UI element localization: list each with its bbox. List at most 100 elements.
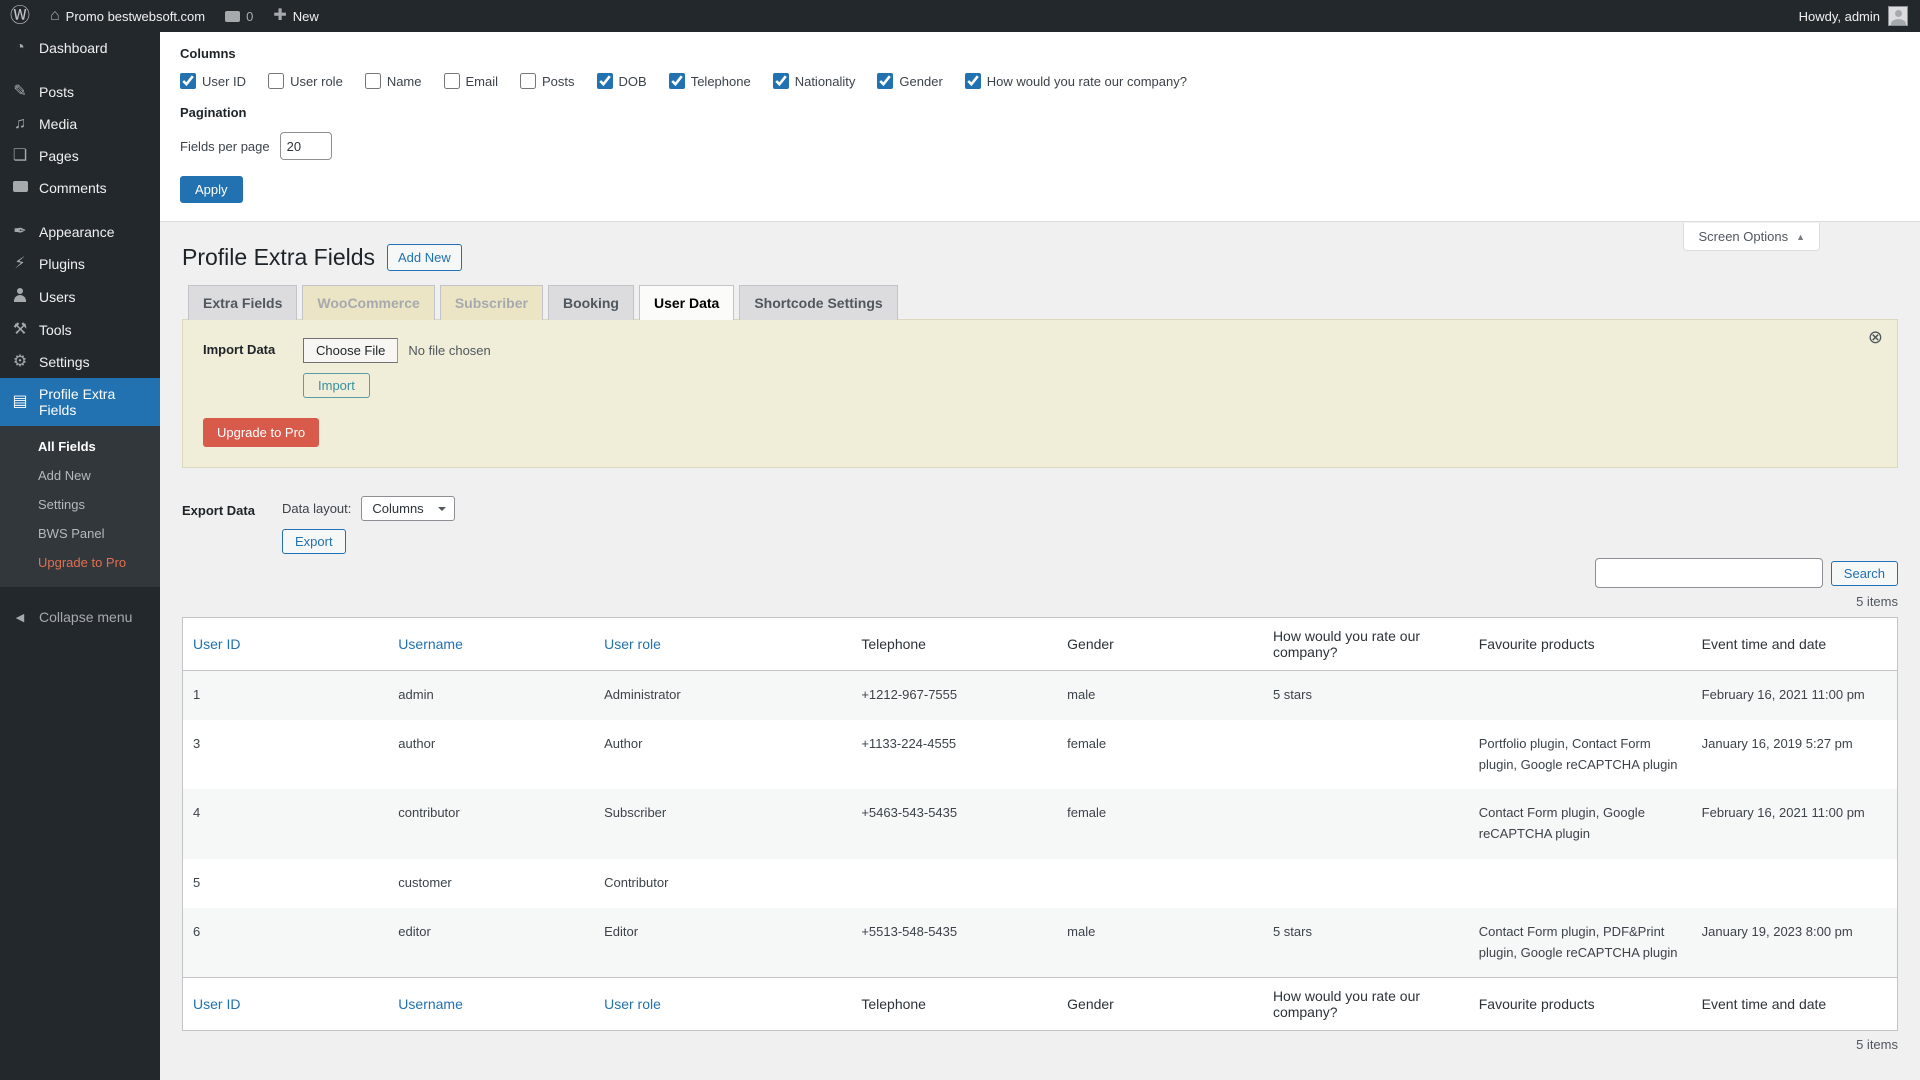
add-new-button[interactable]: Add New: [387, 244, 462, 271]
tab-extra-fields[interactable]: Extra Fields: [188, 285, 297, 320]
wordpress-menu-button[interactable]: Ⓦ: [0, 0, 40, 32]
submenu-all-fields[interactable]: All Fields: [0, 432, 160, 461]
chevron-up-icon: ▲: [1796, 232, 1805, 242]
column-toggle-email[interactable]: Email: [444, 73, 499, 89]
column-toggle-nationality[interactable]: Nationality: [773, 73, 856, 89]
cell-event-time-and-date: February 16, 2021 11:00 pm: [1692, 671, 1898, 720]
checkbox[interactable]: [268, 73, 284, 89]
user-data-table: User IDUsernameUser roleTelephoneGenderH…: [182, 617, 1898, 1031]
sidebar-item-label: Pages: [39, 148, 79, 164]
export-button[interactable]: Export: [282, 529, 346, 554]
sidebar-item-media[interactable]: ♫ Media: [0, 108, 160, 140]
checkbox[interactable]: [520, 73, 536, 89]
cell-username: editor: [388, 908, 594, 978]
dismiss-icon[interactable]: ⊗: [1868, 328, 1883, 346]
screen-options-panel: Columns User IDUser roleNameEmailPostsDO…: [160, 32, 1920, 222]
submenu-add-new[interactable]: Add New: [0, 461, 160, 490]
cell-username: contributor: [388, 789, 594, 859]
column-toggle-posts[interactable]: Posts: [520, 73, 575, 89]
column-toggle-dob[interactable]: DOB: [597, 73, 647, 89]
collapse-menu-button[interactable]: ◀ Collapse menu: [0, 601, 160, 633]
cell-gender: male: [1057, 671, 1263, 720]
site-link[interactable]: ⌂ Promo bestwebsoft.com: [40, 0, 215, 32]
admin-bar: Ⓦ ⌂ Promo bestwebsoft.com 0 ✚ New Howdy,…: [0, 0, 1920, 32]
import-panel: ⊗ Import Data Choose File No file chosen…: [182, 319, 1898, 468]
fields-per-page-input[interactable]: [280, 132, 332, 160]
data-layout-label: Data layout:: [282, 501, 351, 516]
upgrade-to-pro-button[interactable]: Upgrade to Pro: [203, 418, 319, 447]
users-icon: [10, 288, 30, 306]
column-toggle-name[interactable]: Name: [365, 73, 422, 89]
submenu-settings[interactable]: Settings: [0, 490, 160, 519]
data-layout-select[interactable]: Columns: [361, 496, 455, 521]
new-content-button[interactable]: ✚ New: [263, 0, 328, 32]
column-toggle-user-role[interactable]: User role: [268, 73, 343, 89]
checkbox[interactable]: [597, 73, 613, 89]
cell-favourite-products: Portfolio plugin, Contact Form plugin, G…: [1469, 720, 1692, 790]
import-button[interactable]: Import: [303, 373, 370, 398]
sidebar-item-comments[interactable]: Comments: [0, 172, 160, 204]
apply-button[interactable]: Apply: [180, 176, 243, 203]
sidebar-item-dashboard[interactable]: ◔ Dashboard: [0, 32, 160, 64]
column-toggle-user-id[interactable]: User ID: [180, 73, 246, 89]
column-header-username[interactable]: Username: [388, 978, 594, 1031]
screen-options-toggle[interactable]: Screen Options ▲: [1683, 223, 1820, 251]
column-header-user-role[interactable]: User role: [594, 978, 851, 1031]
checkbox[interactable]: [365, 73, 381, 89]
column-toggle-telephone[interactable]: Telephone: [669, 73, 751, 89]
cell-user-role: Administrator: [594, 671, 851, 720]
submenu-bws-panel[interactable]: BWS Panel: [0, 519, 160, 548]
tab-booking[interactable]: Booking: [548, 285, 634, 320]
column-header-username[interactable]: Username: [388, 618, 594, 671]
checkbox[interactable]: [877, 73, 893, 89]
collapse-menu-label: Collapse menu: [39, 609, 132, 625]
sidebar-item-settings[interactable]: ⚙ Settings: [0, 346, 160, 378]
choose-file-button[interactable]: Choose File: [303, 338, 398, 363]
sidebar-item-label: Users: [39, 289, 76, 305]
tab-user-data[interactable]: User Data: [639, 285, 734, 320]
search-button[interactable]: Search: [1831, 561, 1898, 586]
table-row: 5customerContributor: [183, 859, 1898, 908]
cell-how-would-you-rate-our-company: [1263, 789, 1469, 859]
tools-icon: ⚒: [10, 322, 30, 338]
checkbox[interactable]: [669, 73, 685, 89]
checkbox[interactable]: [444, 73, 460, 89]
main-content: Columns User ID User role Name Email Posts DO…: [160, 32, 1920, 1080]
sidebar-item-appearance[interactable]: ✒ Appearance: [0, 216, 160, 248]
comment-bubble-icon: [225, 11, 240, 22]
column-toggle-how-would-you-rate-our-company[interactable]: How would you rate our company?: [965, 73, 1187, 89]
tab-shortcode-settings[interactable]: Shortcode Settings: [739, 285, 897, 320]
comments-icon: [10, 180, 30, 196]
plugin-tabs: Extra Fields WooCommerce Subscriber Book…: [188, 285, 1898, 320]
checkbox[interactable]: [773, 73, 789, 89]
sidebar-item-tools[interactable]: ⚒ Tools: [0, 314, 160, 346]
columns-checkbox-row: User ID User role Name Email Posts DOB Telepho…: [180, 73, 1900, 89]
column-toggle-gender[interactable]: Gender: [877, 73, 942, 89]
sidebar-item-profile-extra-fields[interactable]: ▤ Profile Extra Fields: [0, 378, 160, 426]
checkbox[interactable]: [965, 73, 981, 89]
column-header-favourite-products: Favourite products: [1469, 618, 1692, 671]
column-header-user-id[interactable]: User ID: [183, 618, 389, 671]
submenu-upgrade-to-pro[interactable]: Upgrade to Pro: [0, 548, 160, 577]
comments-shortcut[interactable]: 0: [215, 0, 263, 32]
column-header-user-id[interactable]: User ID: [183, 978, 389, 1031]
column-header-telephone: Telephone: [851, 618, 1057, 671]
checkbox-label: User role: [290, 74, 343, 89]
sidebar-item-label: Dashboard: [39, 40, 108, 56]
sidebar-item-plugins[interactable]: ⚡ Plugins: [0, 248, 160, 280]
column-header-user-role[interactable]: User role: [594, 618, 851, 671]
sidebar-item-label: Appearance: [39, 224, 115, 240]
howdy-text: Howdy, admin: [1799, 9, 1880, 24]
file-status-text: No file chosen: [408, 343, 490, 358]
cell-event-time-and-date: January 19, 2023 8:00 pm: [1692, 908, 1898, 978]
table-body: 1adminAdministrator+1212-967-7555male5 s…: [183, 671, 1898, 978]
column-header-favourite-products: Favourite products: [1469, 978, 1692, 1031]
checkbox[interactable]: [180, 73, 196, 89]
tab-woocommerce: WooCommerce: [302, 285, 434, 320]
checkbox-label: Name: [387, 74, 422, 89]
search-input[interactable]: [1595, 558, 1823, 588]
sidebar-item-posts[interactable]: ✎ Posts: [0, 76, 160, 108]
sidebar-item-users[interactable]: Users: [0, 280, 160, 314]
sidebar-item-pages[interactable]: ❏ Pages: [0, 140, 160, 172]
account-menu[interactable]: Howdy, admin: [1787, 0, 1920, 32]
